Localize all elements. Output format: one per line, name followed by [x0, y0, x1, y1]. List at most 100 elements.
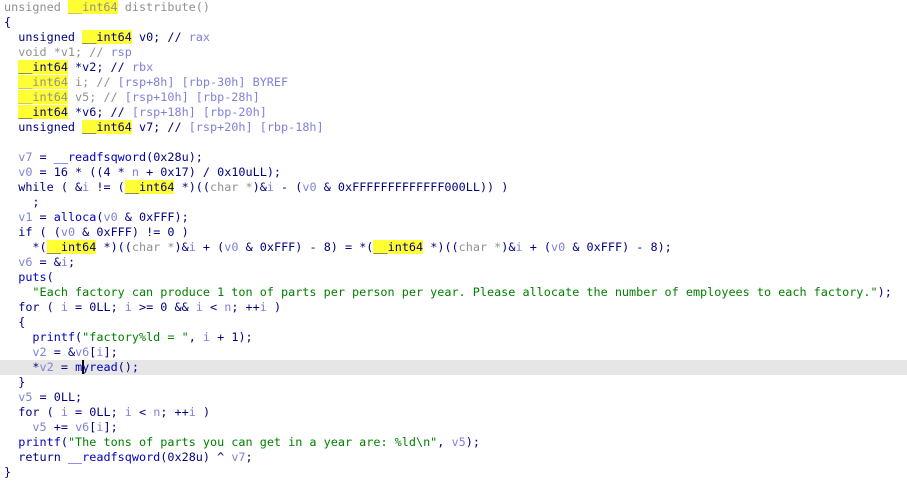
code-token: *)(( [423, 240, 459, 254]
code-token: ( [60, 435, 68, 449]
code-token: & 0xFFFFFFFFFFFFF000LL)) ) [316, 180, 509, 194]
code-line[interactable]: if ( (v0 & 0xFFF) != 0 ) [4, 225, 907, 240]
code-line[interactable]: while ( &i != (__int64 *)((char *)&i - (… [4, 180, 907, 195]
variable-token[interactable]: rax [189, 30, 210, 44]
variable-token[interactable]: v6 [18, 255, 32, 269]
variable-token[interactable]: v2 [32, 345, 46, 359]
variable-token[interactable]: [rsp+10h] [rbp-28h] [125, 90, 260, 104]
code-line[interactable]: return __readfsqword(0x28u) ^ v7; [4, 450, 907, 465]
type-highlight[interactable]: __int64 [124, 180, 175, 194]
variable-token[interactable]: [rsp+18h] [rbp-20h] [132, 105, 267, 119]
code-token: ]; [103, 420, 118, 434]
function-name[interactable]: __readfsqword [68, 450, 160, 464]
type-highlight[interactable]: __int64 [18, 90, 68, 104]
code-token: (); [117, 360, 139, 374]
type-highlight[interactable]: __int64 [82, 120, 132, 134]
variable-token[interactable]: i [61, 405, 68, 419]
code-token: ); [465, 435, 480, 449]
function-name[interactable]: puts [18, 270, 46, 284]
variable-token[interactable]: rsp [111, 45, 132, 59]
variable-token[interactable]: rbx [132, 60, 153, 74]
code-token: * [32, 360, 40, 374]
variable-token[interactable]: [rsp+8h] [rbp-30h] BYREF [118, 75, 288, 89]
code-line[interactable]: v0 = 16 * ((4 * n + 0x17) / 0x10uLL); [4, 165, 907, 180]
code-token: = [32, 210, 54, 224]
pseudocode-view[interactable]: unsigned __int64 distribute(){ unsigned … [0, 0, 907, 480]
variable-token[interactable]: i [189, 405, 196, 419]
variable-token[interactable]: v0 [103, 210, 117, 224]
type-highlight[interactable]: __int64 [18, 105, 68, 119]
code-line[interactable]: ; [4, 195, 907, 210]
type-highlight[interactable]: __int64 [46, 240, 97, 254]
function-name[interactable]: __readfsqword [54, 150, 146, 164]
code-line[interactable]: __int64 v5; // [rsp+10h] [rbp-28h] [4, 90, 907, 105]
code-line[interactable]: unsigned __int64 v7; // [rsp+20h] [rbp-1… [4, 120, 907, 135]
code-line[interactable]: *(__int64 *)((char *)&i + (v0 & 0xFFF) -… [4, 240, 907, 255]
variable-token[interactable]: v0 [302, 180, 316, 194]
variable-token[interactable]: i [96, 345, 103, 359]
function-name[interactable]: printf [32, 330, 75, 344]
code-line[interactable]: __int64 i; // [rsp+8h] [rbp-30h] BYREF [4, 75, 907, 90]
variable-token[interactable]: v6 [75, 420, 89, 434]
code-line[interactable]: v7 = __readfsqword(0x28u); [4, 150, 907, 165]
variable-token[interactable]: i [189, 240, 196, 254]
code-line[interactable]: v2 = &v6[i]; [4, 345, 907, 360]
variable-token[interactable]: v0 [61, 225, 75, 239]
variable-token[interactable]: i [196, 300, 203, 314]
variable-token[interactable]: v6 [75, 345, 89, 359]
code-line[interactable]: puts( [4, 270, 907, 285]
code-line[interactable]: v5 = 0LL; [4, 390, 907, 405]
variable-token[interactable]: v5 [18, 390, 32, 404]
code-line[interactable]: v5 += v6[i]; [4, 420, 907, 435]
variable-token[interactable]: i [260, 300, 267, 314]
variable-token[interactable]: v0 [224, 240, 238, 254]
code-line[interactable]: for ( i = 0LL; i < n; ++i ) [4, 405, 907, 420]
code-line[interactable]: "Each factory can produce 1 ton of parts… [4, 285, 907, 300]
code-line[interactable]: v1 = alloca(v0 & 0xFFF); [4, 210, 907, 225]
variable-token[interactable]: v0 [551, 240, 565, 254]
code-token: ; ++ [160, 405, 189, 419]
variable-token[interactable]: v2 [40, 360, 54, 374]
variable-token[interactable]: [rsp+20h] [rbp-18h] [189, 120, 324, 134]
variable-token[interactable]: i [96, 420, 103, 434]
code-line[interactable]: __int64 *v2; // rbx [4, 60, 907, 75]
code-line[interactable] [4, 135, 907, 150]
variable-token[interactable]: i [516, 240, 523, 254]
variable-token[interactable]: v7 [18, 150, 32, 164]
variable-token[interactable]: i [61, 300, 68, 314]
variable-token[interactable]: i [125, 300, 132, 314]
code-line[interactable]: { [4, 315, 907, 330]
code-line[interactable]: unsigned __int64 distribute() [4, 0, 907, 15]
variable-token[interactable]: v7 [231, 450, 245, 464]
variable-token[interactable]: i [61, 255, 68, 269]
variable-token[interactable]: i [125, 405, 132, 419]
function-name[interactable]: printf [18, 435, 61, 449]
variable-token[interactable]: n [132, 165, 139, 179]
code-line[interactable]: unsigned __int64 v0; // rax [4, 30, 907, 45]
code-line[interactable]: printf("factory%ld = ", i + 1); [4, 330, 907, 345]
type-highlight[interactable]: __int64 [373, 240, 424, 254]
variable-token[interactable]: i [267, 180, 274, 194]
variable-token[interactable]: v1 [18, 210, 32, 224]
type-highlight[interactable]: __int64 [18, 60, 68, 74]
code-line[interactable]: } [4, 465, 907, 480]
type-highlight[interactable]: __int64 [82, 30, 132, 44]
code-line[interactable]: __int64 *v6; // [rsp+18h] [rbp-20h] [4, 105, 907, 120]
variable-token[interactable]: v0 [18, 165, 32, 179]
function-name[interactable]: yread [82, 360, 118, 374]
code-line[interactable]: void *v1; // rsp [4, 45, 907, 60]
type-highlight[interactable]: __int64 [18, 75, 68, 89]
code-line[interactable]: v6 = &i; [4, 255, 907, 270]
code-line[interactable]: printf("The tons of parts you can get in… [4, 435, 907, 450]
variable-token[interactable]: v5 [452, 435, 466, 449]
function-name[interactable]: alloca [54, 210, 97, 224]
variable-token[interactable]: i [203, 330, 210, 344]
code-line-current[interactable]: *v2 = myread(); [0, 360, 907, 375]
variable-token[interactable]: v5 [32, 420, 46, 434]
code-line[interactable]: { [4, 15, 907, 30]
code-line[interactable]: for ( i = 0LL; i >= 0 && i < n; ++i ) [4, 300, 907, 315]
code-line[interactable]: } [4, 375, 907, 390]
type-highlight[interactable]: __int64 [67, 0, 118, 14]
